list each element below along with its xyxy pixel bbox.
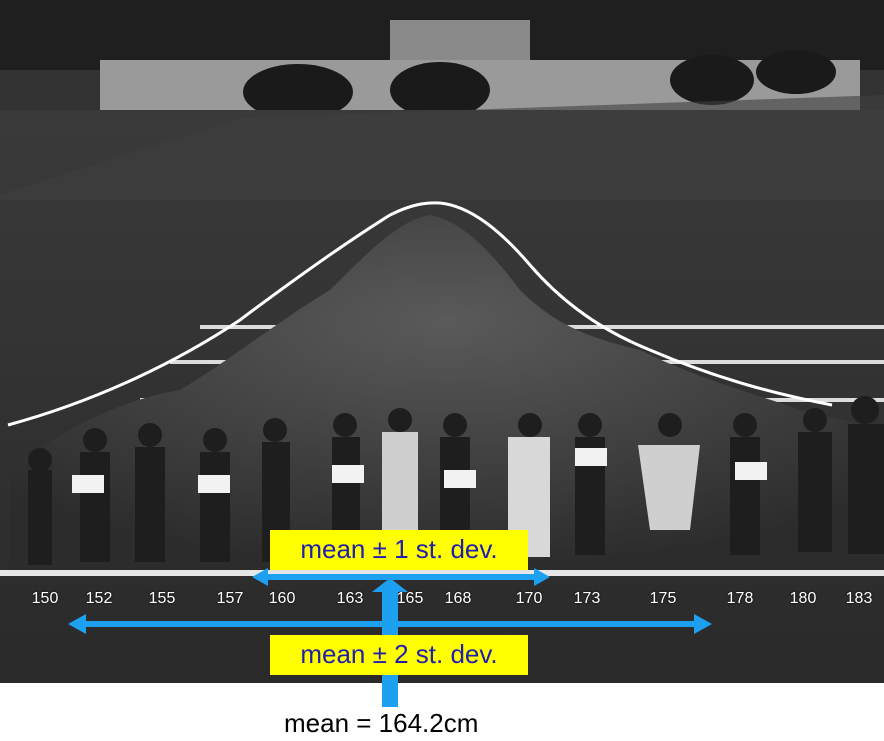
- tick-label: 152: [85, 590, 113, 607]
- tick-label: 168: [444, 590, 472, 607]
- tick-label: 183: [845, 590, 873, 607]
- bush-2: [390, 62, 490, 118]
- tick-label: 165: [396, 590, 424, 607]
- tick-label: 170: [515, 590, 543, 607]
- bush-3: [670, 55, 754, 105]
- photo-scene: [0, 0, 884, 741]
- one-sd-label: mean ± 1 st. dev.: [270, 530, 528, 570]
- tick-label: 173: [573, 590, 601, 607]
- steps: [390, 20, 530, 65]
- tick-label: 160: [268, 590, 296, 607]
- bush-4: [756, 50, 836, 94]
- mean-label: mean = 164.2cm: [284, 708, 479, 738]
- tick-label: 178: [726, 590, 754, 607]
- tick-label: 163: [336, 590, 364, 607]
- tick-label: 150: [31, 590, 59, 607]
- tick-label: 180: [789, 590, 817, 607]
- tick-label: 157: [216, 590, 244, 607]
- tick-label: 155: [148, 590, 176, 607]
- tick-label: 175: [649, 590, 677, 607]
- two-sd-label: mean ± 2 st. dev.: [270, 635, 528, 675]
